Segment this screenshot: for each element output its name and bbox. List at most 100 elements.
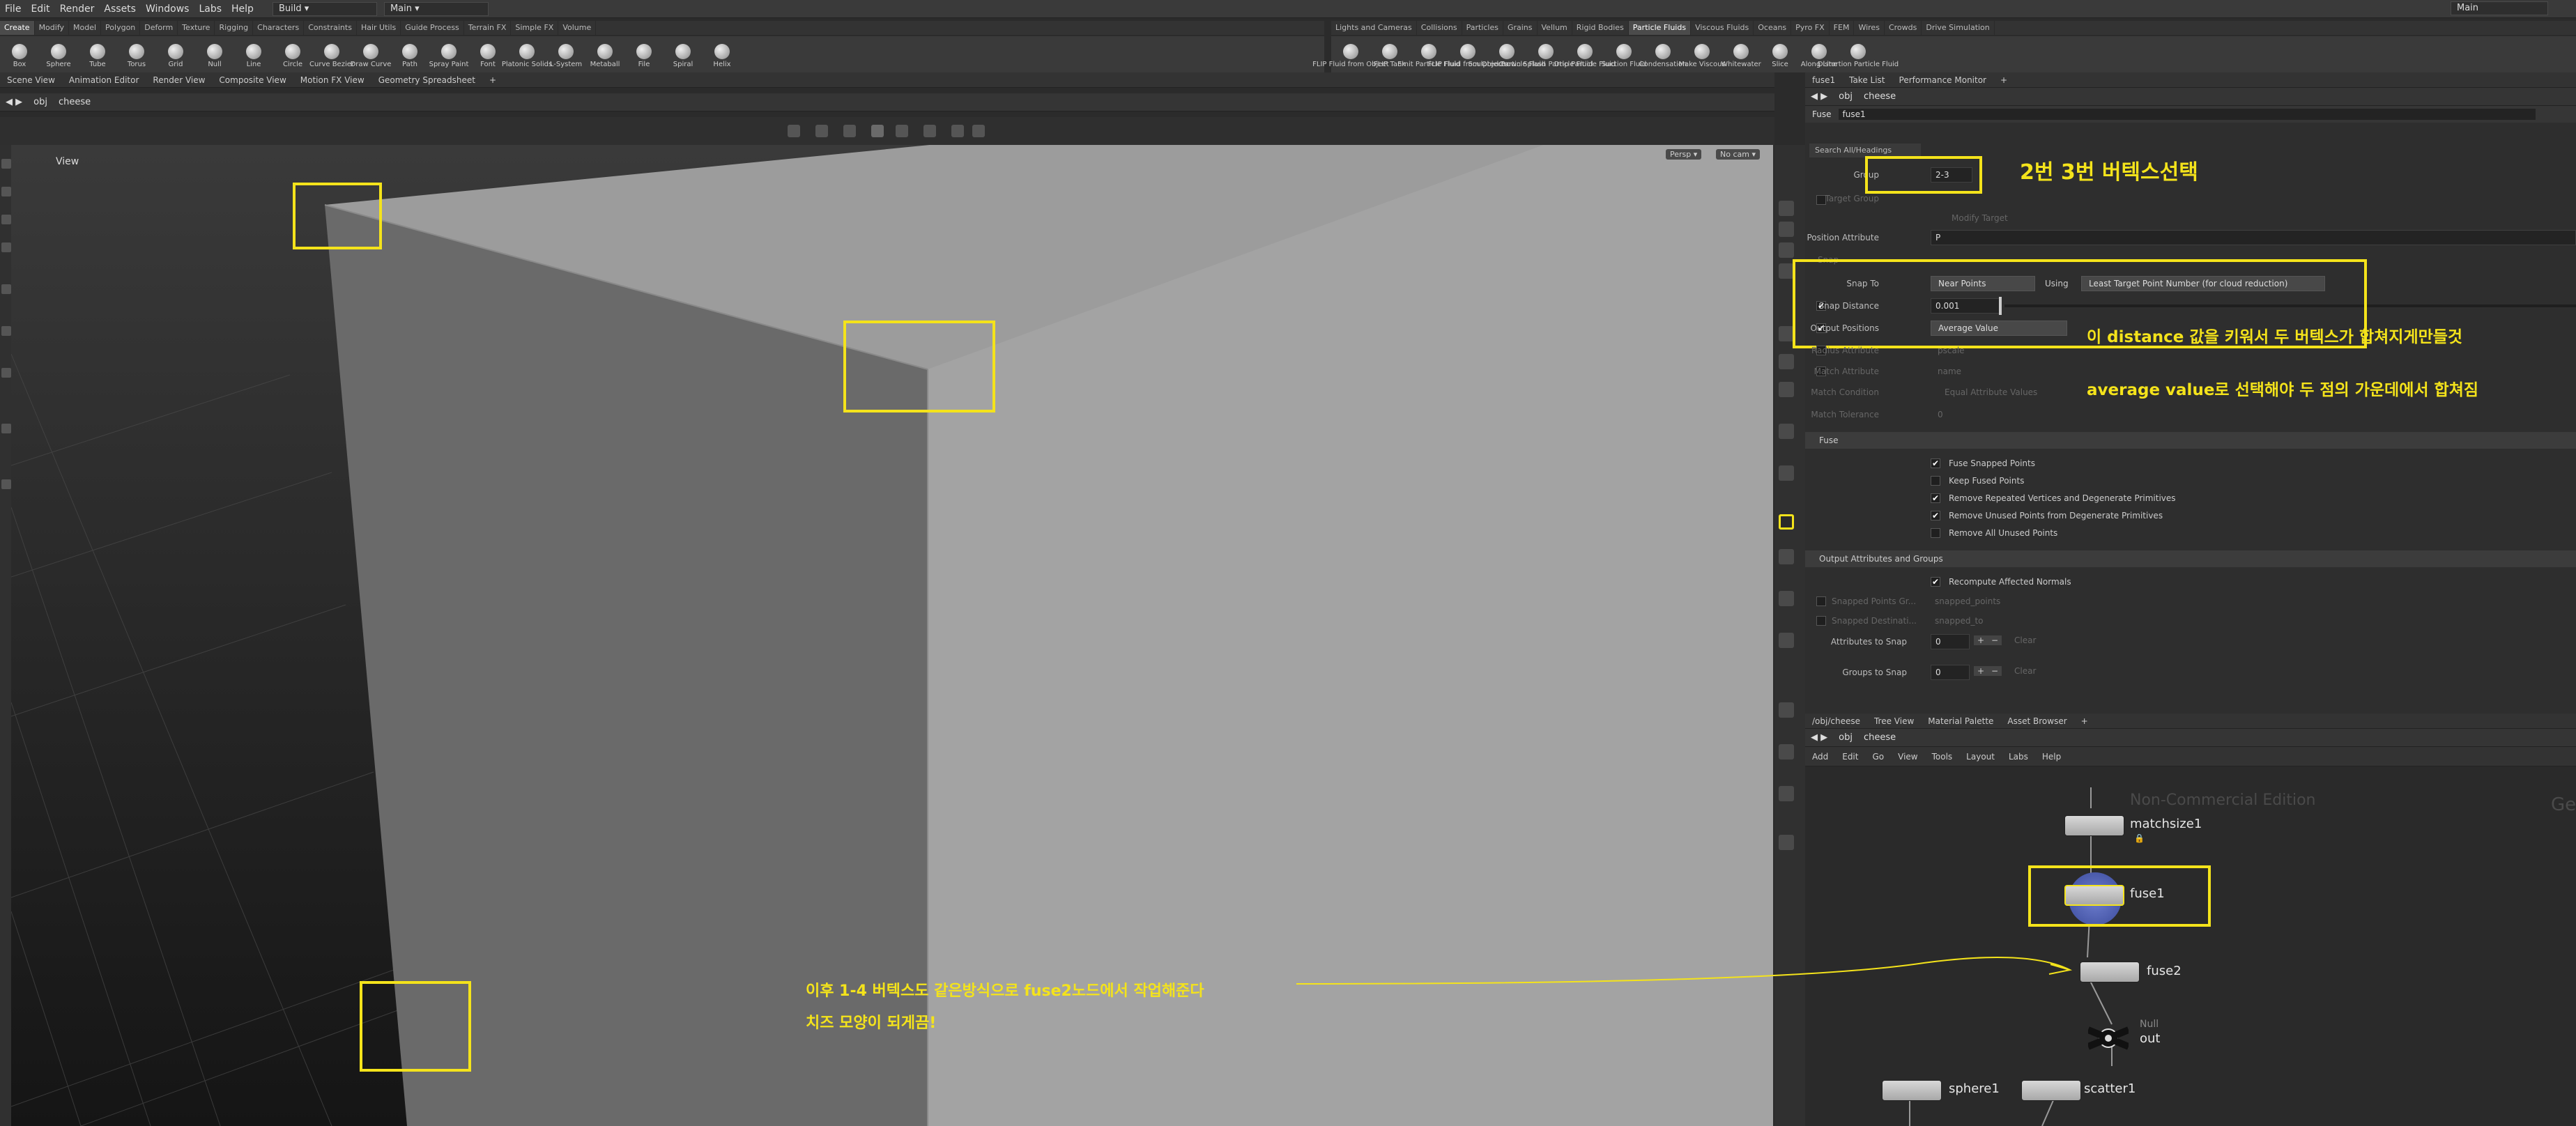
shelf-tab-lights-and-cameras[interactable]: Lights and Cameras <box>1331 21 1417 35</box>
points-select-icon[interactable] <box>871 125 884 137</box>
search-headings[interactable]: Search All/Headings <box>1809 144 1921 157</box>
snap-icon[interactable] <box>951 125 964 137</box>
add-tab-icon[interactable]: + <box>2074 714 2095 729</box>
vertex-numbers-icon[interactable] <box>1779 514 1794 530</box>
tool-make-viscous[interactable]: Make Viscous <box>1678 41 1726 68</box>
point-numbers-icon[interactable] <box>1779 549 1794 564</box>
groups-remove-button[interactable]: − <box>1988 666 2002 676</box>
menu-help[interactable]: Help <box>227 0 259 18</box>
ghost-icon[interactable] <box>1779 242 1794 258</box>
move-tool-icon[interactable] <box>843 125 856 137</box>
attrs-remove-button[interactable]: − <box>1988 635 2002 645</box>
tool-flip-fluid-from-object[interactable]: FLIP Fluid from Object <box>1312 41 1389 68</box>
shelf-tab-crowds[interactable]: Crowds <box>1885 21 1922 35</box>
tab-motion-fx-view[interactable]: Motion FX View <box>293 72 371 88</box>
menu-edit[interactable]: Edit <box>26 0 54 18</box>
shelf-tab-particles[interactable]: Particles <box>1462 21 1503 35</box>
snapped-points-check[interactable] <box>1816 596 1826 606</box>
prim-numbers-icon[interactable] <box>1779 591 1794 606</box>
desktop-select[interactable]: Build ▾ <box>272 1 377 16</box>
shelf-tab-collisions[interactable]: Collisions <box>1417 21 1462 35</box>
camera-menu[interactable]: No cam ▾ <box>1716 149 1760 160</box>
nav-arrows-icon[interactable]: ◀ ▶ <box>1805 88 1833 106</box>
camera-view-icon[interactable] <box>1779 702 1794 718</box>
shelf-tab-deform[interactable]: Deform <box>140 21 178 35</box>
tool-distortion-particle-fluid[interactable]: Distortion Particle Fluid <box>1818 41 1899 68</box>
shelf-tab-wires[interactable]: Wires <box>1854 21 1885 35</box>
lights-icon[interactable] <box>1779 263 1794 279</box>
shelf-tab-polygon[interactable]: Polygon <box>101 21 141 35</box>
shelf-tab-guide-process[interactable]: Guide Process <box>401 21 464 35</box>
menu-assets[interactable]: Assets <box>99 0 141 18</box>
fuse-check-remove-all-unused-points[interactable] <box>1931 528 1940 538</box>
node-name-field[interactable]: fuse1 <box>1838 109 2536 120</box>
menu-render[interactable]: Render <box>55 0 100 18</box>
fuse-check-fuse-snapped-points[interactable]: ✔ <box>1931 458 1940 468</box>
view-icon[interactable] <box>1 368 11 378</box>
render-icon[interactable] <box>1 479 11 489</box>
shelf-tab-constraints[interactable]: Constraints <box>304 21 357 35</box>
fuse-check-remove-unused-points-from-degenerate-primitives[interactable]: ✔ <box>1931 511 1940 520</box>
shelf-tab-rigid-bodies[interactable]: Rigid Bodies <box>1572 21 1629 35</box>
recompute-normals-check[interactable]: ✔ <box>1931 577 1940 587</box>
groups-add-button[interactable]: + <box>1974 666 1988 676</box>
snapped-dest-check[interactable] <box>1816 616 1826 626</box>
shelf-tab-vellum[interactable]: Vellum <box>1538 21 1572 35</box>
tool-file[interactable]: File <box>624 41 664 68</box>
groups-clear-button[interactable]: Clear <box>2014 666 2036 676</box>
tab-geometry-spreadsheet[interactable]: Geometry Spreadsheet <box>371 72 482 88</box>
shelf-tab-characters[interactable]: Characters <box>253 21 305 35</box>
tool-condensation[interactable]: Condensation <box>1639 41 1687 68</box>
scatter1-node[interactable] <box>2021 1080 2081 1101</box>
tool-platonic-solids[interactable]: Platonic Solids <box>502 41 552 68</box>
add-tab-icon[interactable]: + <box>1993 72 2014 88</box>
sphere1-node[interactable] <box>1882 1080 1942 1101</box>
menu-file[interactable]: File <box>0 0 26 18</box>
fuse2-node[interactable] <box>2080 962 2140 982</box>
prims-select-icon[interactable] <box>923 125 936 137</box>
shelf-tab-create[interactable]: Create <box>0 21 35 35</box>
tool-whitewater[interactable]: Whitewater <box>1721 41 1761 68</box>
shelf-tab-particle-fluids[interactable]: Particle Fluids <box>1628 21 1692 35</box>
shelf-tab-grains[interactable]: Grains <box>1503 21 1538 35</box>
shelf-tab-simple-fx[interactable]: Simple FX <box>511 21 559 35</box>
info-icon[interactable] <box>1779 786 1794 801</box>
net-menu-add[interactable]: Add <box>1805 749 1835 764</box>
tab-obj-cheese[interactable]: /obj/cheese <box>1805 714 1867 729</box>
shelf-tab-viscous-fluids[interactable]: Viscous Fluids <box>1691 21 1754 35</box>
select-icon[interactable] <box>1 159 11 169</box>
fuse-check-keep-fused-points[interactable] <box>1931 476 1940 486</box>
tool-slice[interactable]: Slice <box>1761 41 1800 68</box>
fuse-check-remove-repeated-vertices-and-degenerate-primitives[interactable]: ✔ <box>1931 493 1940 503</box>
param-crumb-obj[interactable]: obj <box>1833 88 1858 106</box>
net-menu-tools[interactable]: Tools <box>1925 749 1960 764</box>
help-icon[interactable] <box>1779 835 1794 850</box>
matchsize1-node[interactable] <box>2064 815 2124 836</box>
tool-drip-particle-fluid[interactable]: Drip Particle Fluid <box>1554 41 1616 68</box>
move-icon[interactable] <box>1 187 11 196</box>
menu-windows[interactable]: Windows <box>141 0 194 18</box>
attrs-to-snap-field[interactable]: 0 <box>1931 634 1970 649</box>
shelf-tab-volume[interactable]: Volume <box>558 21 597 35</box>
output-section[interactable]: Output Attributes and Groups <box>1805 550 2576 567</box>
shelf-tab-model[interactable]: Model <box>69 21 102 35</box>
camera-icon[interactable] <box>972 125 985 137</box>
menu-labs[interactable]: Labs <box>194 0 227 18</box>
tab-render-view[interactable]: Render View <box>146 72 212 88</box>
shelf-tab-rigging[interactable]: Rigging <box>215 21 254 35</box>
tool-circle[interactable]: Circle <box>273 41 312 68</box>
position-attr-field[interactable]: P <box>1931 230 2576 245</box>
persp-menu[interactable]: Persp ▾ <box>1666 149 1702 160</box>
groups-to-snap-field[interactable]: 0 <box>1931 665 1970 680</box>
net-menu-edit[interactable]: Edit <box>1835 749 1865 764</box>
shelf-tab-modify[interactable]: Modify <box>35 21 70 35</box>
attrs-clear-button[interactable]: Clear <box>2014 635 2036 645</box>
tool-curve-bezier[interactable]: Curve Bezier <box>309 41 354 68</box>
net-crumb-obj[interactable]: obj <box>1833 729 1858 747</box>
param-crumb-cheese[interactable]: cheese <box>1858 88 1901 106</box>
back-icon[interactable]: ◀ ▶ <box>0 93 28 111</box>
tool-spray-paint[interactable]: Spray Paint <box>429 41 468 68</box>
net-menu-layout[interactable]: Layout <box>1959 749 2002 764</box>
tool-draw-curve[interactable]: Draw Curve <box>351 41 391 68</box>
net-menu-go[interactable]: Go <box>1865 749 1891 764</box>
